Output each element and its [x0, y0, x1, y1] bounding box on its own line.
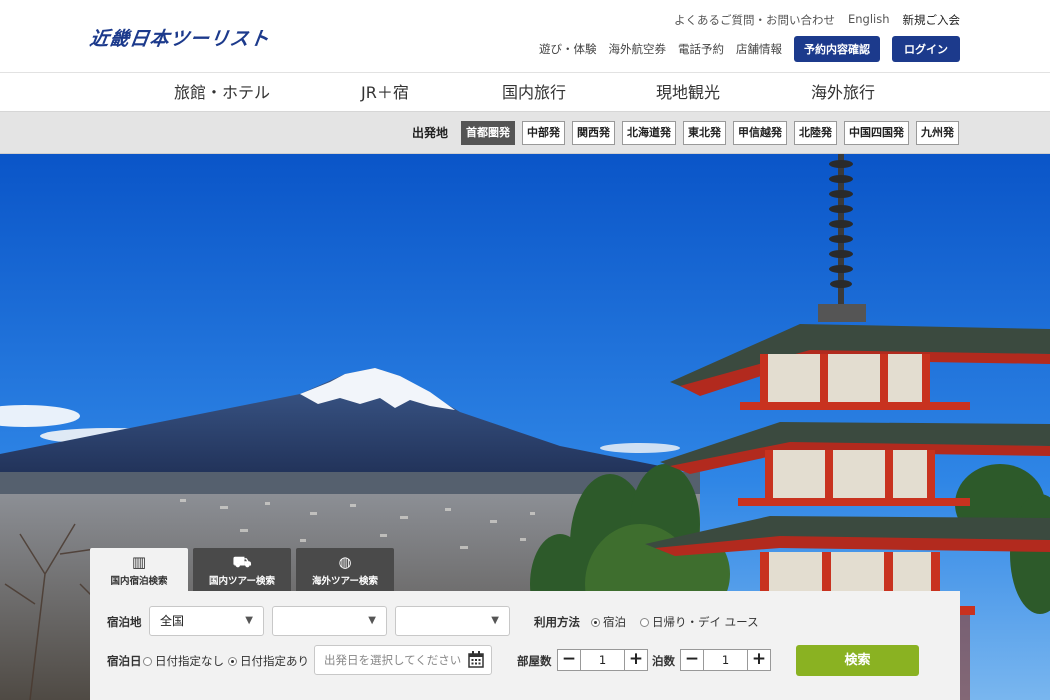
- nights-stepper: − 1 +: [680, 649, 771, 671]
- search-tabs: ▥ 国内宿泊検索 ⛟ 国内ツアー検索 ◍ 海外ツアー検索: [90, 548, 394, 592]
- tab-overseas-tour-label: 海外ツアー検索: [312, 576, 378, 587]
- destination-value: 全国: [160, 614, 185, 628]
- nights-label: 泊数: [652, 654, 675, 668]
- departure-kyushu[interactable]: 九州発: [916, 121, 959, 145]
- nav-item-jr-hotel[interactable]: JR＋宿: [361, 79, 409, 103]
- destination-prefecture-select[interactable]: 全国 ▼: [149, 606, 264, 636]
- departure-shutoken[interactable]: 首都圏発: [461, 121, 515, 145]
- usage-stay-label: 宿泊: [603, 615, 626, 629]
- departure-kansai[interactable]: 関西発: [572, 121, 615, 145]
- rooms-stepper: − 1 +: [557, 649, 648, 671]
- chevron-down-icon: ▼: [491, 615, 499, 626]
- login-button[interactable]: ログイン: [892, 36, 960, 62]
- site-header: 近畿日本ツーリスト よくあるご質問・お問い合わせ English 新規ご入会 遊…: [0, 0, 1050, 72]
- building-icon: ▥: [131, 553, 147, 571]
- departure-label: 出発地: [412, 126, 449, 140]
- chevron-down-icon: ▼: [245, 615, 253, 626]
- tab-domestic-tour[interactable]: ⛟ 国内ツアー検索: [193, 548, 291, 591]
- search-button[interactable]: 検索: [796, 645, 919, 676]
- tab-domestic-lodging[interactable]: ▥ 国内宿泊検索: [90, 548, 188, 592]
- utility-links: よくあるご質問・お問い合わせ English 新規ご入会: [674, 12, 960, 28]
- departure-hokuriku[interactable]: 北陸発: [794, 121, 837, 145]
- rooms-decrement-button[interactable]: −: [558, 650, 580, 670]
- nav-item-ryokan-hotel[interactable]: 旅館・ホテル: [174, 79, 270, 103]
- tab-overseas-tour[interactable]: ◍ 海外ツアー検索: [296, 548, 394, 591]
- main-navigation: 旅館・ホテル JR＋宿 国内旅行 現地観光 海外旅行: [0, 72, 1050, 112]
- service-links: 遊び・体験 海外航空券 電話予約 店舗情報 予約内容確認 ログイン: [539, 36, 960, 62]
- radio-unselected-icon: [143, 656, 152, 666]
- globe-icon: ◍: [338, 553, 352, 571]
- checkin-date-placeholder: 出発日を選択してください: [324, 653, 462, 667]
- departure-chugoku-shikoku[interactable]: 中国四国発: [844, 121, 909, 145]
- date-label: 宿泊日: [107, 654, 142, 668]
- departure-chubu[interactable]: 中部発: [522, 121, 565, 145]
- date-unspecified-label: 日付指定なし: [155, 654, 224, 668]
- departure-tohoku[interactable]: 東北発: [683, 121, 726, 145]
- chevron-down-icon: ▼: [368, 615, 376, 626]
- destination-subarea-select[interactable]: ▼: [395, 606, 510, 636]
- rooms-value[interactable]: 1: [580, 650, 625, 670]
- nav-item-overseas-travel[interactable]: 海外旅行: [811, 79, 875, 103]
- usage-daytrip-radio[interactable]: 日帰り・デイ ユース: [640, 614, 759, 630]
- activities-link[interactable]: 遊び・体験: [539, 41, 597, 57]
- tab-domestic-tour-label: 国内ツアー検索: [209, 576, 275, 587]
- usage-stay-radio[interactable]: 宿泊: [591, 614, 626, 630]
- checkin-date-input[interactable]: 出発日を選択してください: [314, 645, 492, 675]
- usage-label: 利用方法: [534, 615, 580, 629]
- signup-link[interactable]: 新規ご入会: [903, 12, 961, 28]
- nav-item-local-sightseeing[interactable]: 現地観光: [656, 79, 720, 103]
- nights-increment-button[interactable]: +: [748, 650, 770, 670]
- radio-unselected-icon: [640, 617, 649, 627]
- rooms-increment-button[interactable]: +: [625, 650, 647, 670]
- date-unspecified-radio[interactable]: 日付指定なし: [143, 653, 224, 669]
- calendar-icon: [468, 651, 484, 668]
- date-specified-label: 日付指定あり: [240, 654, 309, 668]
- tab-domestic-lodging-label: 国内宿泊検索: [110, 576, 168, 587]
- overseas-flights-link[interactable]: 海外航空券: [609, 41, 667, 57]
- store-info-link[interactable]: 店舗情報: [736, 41, 782, 57]
- departure-hokkaido[interactable]: 北海道発: [622, 121, 676, 145]
- nights-decrement-button[interactable]: −: [681, 650, 703, 670]
- destination-label: 宿泊地: [107, 615, 142, 629]
- nights-value[interactable]: 1: [703, 650, 748, 670]
- destination-area-select[interactable]: ▼: [272, 606, 387, 636]
- nav-item-domestic-travel[interactable]: 国内旅行: [502, 79, 566, 103]
- phone-booking-link[interactable]: 電話予約: [678, 41, 724, 57]
- radio-selected-icon: [591, 617, 600, 627]
- date-specified-radio[interactable]: 日付指定あり: [228, 653, 309, 669]
- site-logo[interactable]: 近畿日本ツーリスト: [88, 24, 272, 51]
- radio-selected-icon: [228, 656, 237, 666]
- reservation-check-button[interactable]: 予約内容確認: [794, 36, 880, 62]
- departure-bar: 出発地 首都圏発 中部発 関西発 北海道発 東北発 甲信越発 北陸発 中国四国発…: [0, 112, 1050, 154]
- usage-daytrip-label: 日帰り・デイ ユース: [652, 615, 759, 629]
- departure-list: 首都圏発 中部発 関西発 北海道発 東北発 甲信越発 北陸発 中国四国発 九州発: [461, 121, 959, 145]
- english-link[interactable]: English: [848, 12, 890, 28]
- faq-contact-link[interactable]: よくあるご質問・お問い合わせ: [674, 12, 835, 28]
- departure-koshinetsu[interactable]: 甲信越発: [733, 121, 787, 145]
- lodging-search-panel: 宿泊地 全国 ▼ ▼ ▼ 利用方法 宿泊 日帰り・デイ ユース 宿泊日 日付指定…: [90, 591, 960, 700]
- train-icon: ⛟: [232, 553, 252, 571]
- rooms-label: 部屋数: [517, 654, 552, 668]
